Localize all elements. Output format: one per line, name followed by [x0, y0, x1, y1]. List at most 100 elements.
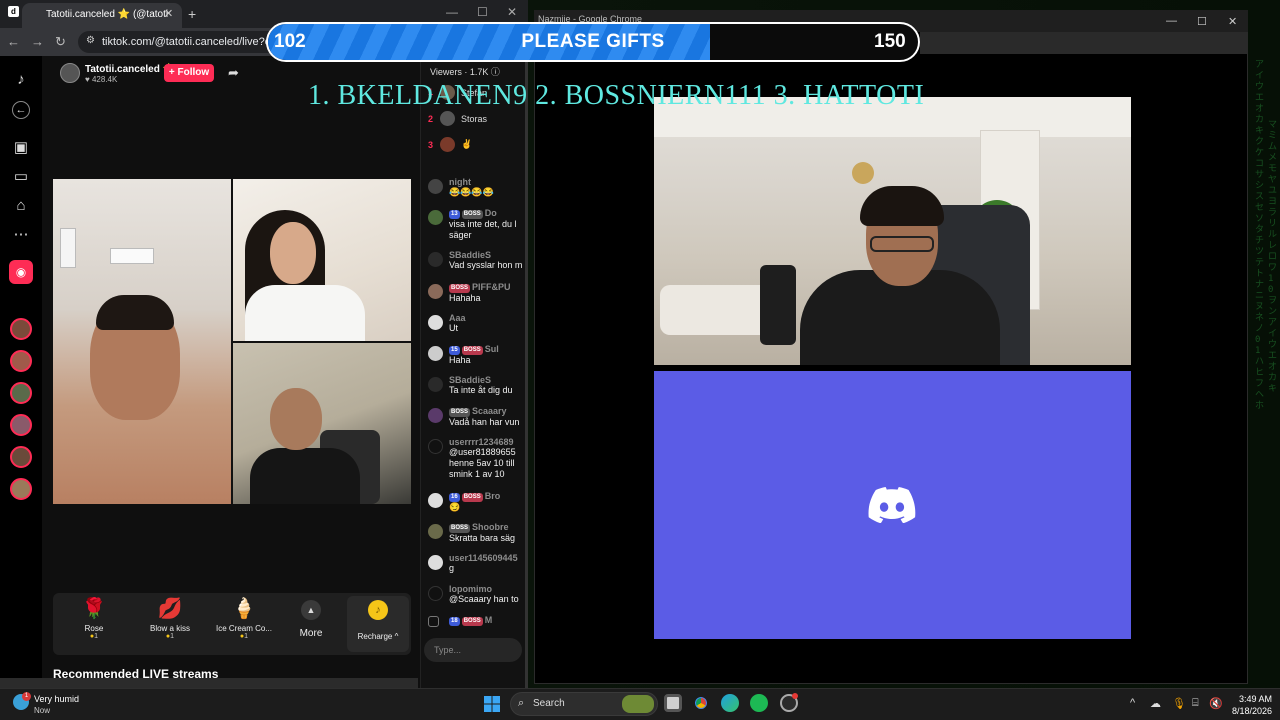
chat-username[interactable]: userrrr1234689 [449, 437, 525, 447]
followed-live-avatar[interactable] [10, 446, 32, 468]
forward-icon[interactable]: → [31, 34, 44, 49]
chat-message[interactable]: 16 BOSS Bro 😏 [428, 491, 524, 519]
back-arrow-icon[interactable]: ← [12, 101, 30, 119]
chat-message-body: user1145609445 g [449, 553, 525, 574]
gift-blow-a-kiss[interactable]: 💋 Blow a kiss ●1 [135, 596, 205, 652]
streamer-likes: ♥ 428.4K [85, 75, 118, 84]
minimize-icon[interactable]: — [446, 5, 458, 19]
chat-username[interactable]: Scaaary [472, 406, 507, 416]
recording-dot-icon [792, 693, 798, 699]
chat-message[interactable]: 18 BOSS M [428, 615, 524, 629]
live-studio-icon[interactable]: ◉ [9, 260, 33, 284]
followed-live-avatar[interactable] [10, 318, 32, 340]
chat-text: @user81889655 henne 5av 10 till smink 1 … [449, 447, 516, 479]
chevron-up-icon[interactable]: ^ [1130, 697, 1135, 709]
gift-ice-cream[interactable]: 🍦 Ice Cream Co... ●1 [209, 596, 279, 652]
clock-date[interactable]: 8/18/2026 [1222, 706, 1272, 716]
recharge-label: Recharge ^ [357, 632, 399, 641]
chat-message[interactable]: SBaddieS Ta inte åt dig du [428, 375, 524, 403]
maximize-icon[interactable]: ☐ [477, 5, 488, 19]
chat-username[interactable]: Do [485, 208, 497, 218]
recharge-button[interactable]: ♪ Recharge ^ [347, 596, 409, 652]
horizontal-scrollbar[interactable] [0, 678, 418, 688]
top-viewer-name[interactable]: Storas [461, 114, 487, 124]
share-icon[interactable]: ➦ [228, 65, 239, 81]
chrome-icon[interactable] [692, 694, 710, 712]
chat-message[interactable]: BOSS Scaaary Vadå han har vun [428, 406, 524, 434]
chat-username[interactable]: PIFF&PU [472, 282, 511, 292]
file-explorer-icon[interactable] [664, 694, 682, 712]
top-viewer-avatar[interactable] [440, 111, 455, 126]
chat-message[interactable]: user1145609445 g [428, 553, 524, 581]
gift-rose[interactable]: 🌹 Rose ●1 [59, 596, 129, 652]
reload-icon[interactable]: ↻ [55, 34, 66, 50]
gift-name: Blow a kiss [149, 624, 190, 633]
network-icon[interactable]: ⌸ [1192, 697, 1199, 710]
onedrive-icon[interactable]: ☁ [1150, 697, 1161, 710]
chat-message[interactable]: lopomimo @Scaaary han to [428, 584, 524, 612]
gift-price-value: 1 [170, 633, 175, 640]
followed-live-avatar[interactable] [10, 478, 32, 500]
more-gifts-button[interactable]: ▲ More [296, 600, 326, 639]
chat-scrollbar[interactable] [525, 56, 528, 688]
live-feed-icon[interactable]: ▣ [11, 138, 31, 158]
top-viewer-name[interactable]: ✌ [461, 139, 472, 150]
chat-username[interactable]: user1145609445 [449, 553, 525, 563]
chat-message[interactable]: night 😂😂😂😂 [428, 177, 524, 205]
chat-username[interactable]: Shoobre [472, 522, 509, 532]
chat-message[interactable]: userrrr1234689 @user81889655 henne 5av 10… [428, 437, 524, 487]
streamer-name[interactable]: Tatotii.canceled ⭐ [85, 64, 175, 75]
chat-message[interactable]: BOSS Shoobre Skratta bara säg [428, 522, 524, 550]
tiktok-logo-icon[interactable]: ♪ [11, 70, 31, 90]
chat-username[interactable]: Sul [485, 344, 499, 354]
chat-message-body: SBaddieS Vad sysslar hon m [449, 250, 525, 271]
close-window-icon[interactable]: ✕ [507, 5, 517, 19]
discord-logo-icon [868, 487, 916, 523]
followed-live-avatar[interactable] [10, 350, 32, 372]
chat-input[interactable]: Type... [424, 638, 522, 662]
edge-icon[interactable] [721, 694, 739, 712]
microphone-icon[interactable]: 🎙 [1172, 697, 1186, 710]
followed-live-avatar[interactable] [10, 382, 32, 404]
chat-user-line: 18 BOSS M [449, 615, 525, 626]
windows-start-icon[interactable] [484, 696, 500, 712]
home-icon[interactable]: ⌂ [11, 196, 31, 216]
streamer-avatar[interactable] [60, 63, 80, 83]
chat-message[interactable]: SBaddieS Vad sysslar hon m [428, 250, 524, 278]
more-dots-icon[interactable]: ⋯ [11, 225, 31, 245]
close-window-icon[interactable]: ✕ [1228, 15, 1237, 28]
spotify-icon[interactable] [750, 694, 768, 712]
viewers-count[interactable]: Viewers · 1.7K ⓘ [430, 65, 500, 78]
maximize-icon[interactable]: ☐ [1197, 15, 1207, 28]
site-info-icon[interactable]: ⚙ [86, 35, 95, 46]
chat-username[interactable]: M [485, 615, 493, 625]
weather-title[interactable]: Very humid [34, 694, 79, 704]
top-viewer-avatar[interactable] [440, 137, 455, 152]
chat-username[interactable]: night [449, 177, 525, 187]
minimize-icon[interactable]: — [1166, 15, 1177, 27]
ice-cream-icon: 🍦 [231, 598, 257, 620]
chat-avatar [428, 210, 443, 225]
back-icon[interactable]: ← [7, 34, 20, 49]
chat-username[interactable]: SBaddieS [449, 375, 525, 385]
chat-username[interactable]: Bro [485, 491, 501, 501]
join-icon [428, 616, 439, 627]
tab-close-icon[interactable]: ✕ [164, 7, 173, 20]
chat-message[interactable]: Aaa Ut [428, 313, 524, 341]
gift-price: ●1 [209, 633, 279, 640]
chat-message[interactable]: 15 BOSS Sul Haha [428, 344, 524, 372]
video-camera-icon[interactable]: ▭ [11, 167, 31, 187]
chat-username[interactable]: SBaddieS [449, 250, 525, 260]
followed-live-avatar[interactable] [10, 414, 32, 436]
gift-name: Ice Cream Co... [215, 624, 272, 633]
clock-time[interactable]: 3:49 AM [1238, 694, 1272, 704]
chat-message[interactable]: 13 BOSS Do visa inte det, du l säger [428, 208, 524, 246]
new-tab-button[interactable]: + [188, 6, 196, 22]
chat-username[interactable]: lopomimo [449, 584, 525, 594]
browser-tab-tiktok[interactable]: Tatotii.canceled ⭐ (@tatoti [22, 3, 182, 28]
chat-username[interactable]: Aaa [449, 313, 525, 323]
follow-button[interactable]: + Follow [164, 64, 214, 82]
chat-message[interactable]: BOSS PIFF&PU Hahaha [428, 282, 524, 310]
chat-text: Hahaha [449, 293, 481, 303]
speaker-muted-icon[interactable]: 🔇 [1209, 697, 1223, 710]
